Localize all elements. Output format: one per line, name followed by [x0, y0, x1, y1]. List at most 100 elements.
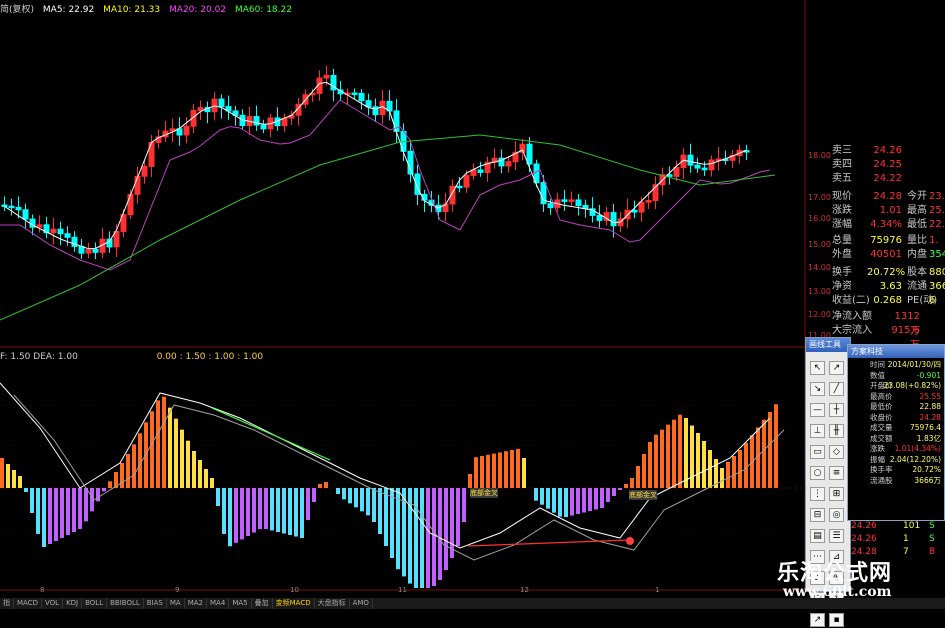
- indicator-tab[interactable]: KDJ: [63, 598, 83, 609]
- indicator-tab[interactable]: MA4: [207, 598, 230, 609]
- quote-row-change: 涨跌 1.01 最高 25.: [832, 205, 945, 216]
- quote-row-ask4: 卖四 24.25: [832, 159, 902, 170]
- drawing-tool-button[interactable]: ▭: [810, 445, 825, 459]
- drawing-tool-button[interactable]: ▤: [810, 529, 825, 543]
- macd-histogram-bar: [420, 488, 424, 588]
- drawing-tool-button[interactable]: ↖: [810, 361, 825, 375]
- macd-histogram-bar: [60, 488, 64, 538]
- drawing-tool-button[interactable]: ⊞: [829, 487, 844, 501]
- drawing-tool-button[interactable]: ┼: [829, 403, 844, 417]
- quote-row-turnover: 换手 20.72% 股本 880: [832, 267, 945, 278]
- drawing-tool-button[interactable]: —: [810, 403, 825, 417]
- macd-histogram-bar: [264, 488, 268, 529]
- macd-histogram-bar: [36, 488, 40, 534]
- date-label: 10: [290, 586, 299, 594]
- drawing-tool-button[interactable]: ▪: [829, 613, 844, 627]
- drawing-tool-button[interactable]: ≡: [829, 466, 844, 480]
- drawing-tool-button[interactable]: ↘: [810, 382, 825, 396]
- bar-info-title[interactable]: 方案科技: [848, 345, 944, 358]
- bar-info-label: 最低价: [870, 402, 893, 411]
- macd-histogram-bar: [618, 488, 622, 490]
- drawing-tool-button[interactable]: ☰: [829, 529, 844, 543]
- indicator-tab[interactable]: MACD: [14, 598, 42, 609]
- macd-histogram-bar: [372, 488, 376, 522]
- quote-row-ask5: 卖五 24.22: [832, 173, 902, 184]
- indicator-tab[interactable]: 变频MACD: [273, 598, 315, 609]
- drawing-tool-button[interactable]: ⊟: [810, 508, 825, 522]
- candle-body: [463, 174, 470, 188]
- indicator-tab[interactable]: 指: [0, 598, 14, 609]
- trade-row: 24.26 1 S: [851, 534, 935, 544]
- macd-histogram-bar: [690, 425, 694, 488]
- drawing-tools-title[interactable]: 画线工具: [806, 338, 850, 352]
- macd-histogram-bar: [570, 488, 574, 516]
- quote-row-volume: 总量 75976 量比 1.: [832, 235, 939, 246]
- macd-histogram-bar: [540, 488, 544, 505]
- macd-histogram-bar: [612, 488, 616, 496]
- macd-histogram-bar: [558, 488, 562, 517]
- trade-row: 24.26 101 S: [851, 521, 935, 531]
- macd-histogram-bar: [492, 453, 496, 488]
- macd-chart[interactable]: [0, 348, 805, 588]
- macd-histogram-bar: [414, 488, 418, 588]
- macd-histogram-bar: [270, 488, 274, 531]
- drawing-tool-button[interactable]: ◇: [829, 445, 844, 459]
- candle-body: [183, 125, 190, 136]
- macd-histogram-bar: [42, 488, 46, 547]
- macd-histogram-bar: [480, 456, 484, 488]
- macd-histogram-bar: [294, 488, 298, 537]
- drawing-tool-button[interactable]: ╱: [829, 382, 844, 396]
- macd-histogram-bar: [312, 488, 316, 502]
- macd-histogram-bar: [180, 429, 184, 488]
- candle-body: [218, 98, 225, 108]
- drawing-tool-button[interactable]: ○: [810, 466, 825, 480]
- indicator-tab[interactable]: BOLL: [82, 598, 108, 609]
- bar-info-label: 时间: [870, 360, 885, 369]
- macd-histogram-bar: [324, 482, 328, 488]
- drawing-tool-button[interactable]: ⊥: [810, 424, 825, 438]
- macd-histogram-bar: [156, 400, 160, 488]
- drawing-tool-button[interactable]: ↗: [810, 613, 825, 627]
- indicator-tab[interactable]: 叠加: [252, 598, 273, 609]
- macd-histogram-bar: [456, 488, 460, 546]
- indicator-tab[interactable]: AMO: [350, 598, 373, 609]
- indicator-tab[interactable]: BBIBOLL: [107, 598, 144, 609]
- indicator-tab[interactable]: 大盘指标: [315, 598, 350, 609]
- indicator-tab[interactable]: MA5: [229, 598, 252, 609]
- drawing-tool-button[interactable]: ⋮: [810, 487, 825, 501]
- macd-histogram-bar: [450, 488, 454, 558]
- candle-body: [673, 167, 680, 177]
- bar-info-value: 3666万: [914, 475, 941, 485]
- candle-body: [141, 165, 148, 177]
- date-label: 1: [655, 586, 660, 594]
- macd-histogram-bar: [198, 460, 202, 488]
- macd-histogram-bar: [426, 488, 430, 588]
- macd-histogram-bar: [378, 488, 382, 534]
- macd-histogram-bar: [588, 488, 592, 511]
- drawing-tool-button[interactable]: ◎: [829, 508, 844, 522]
- candle-body: [57, 228, 64, 235]
- macd-histogram-bar: [48, 488, 52, 544]
- drawing-tool-button[interactable]: ╫: [829, 424, 844, 438]
- macd-histogram-bar: [108, 481, 112, 488]
- indicator-tab[interactable]: VOL: [42, 598, 64, 609]
- indicator-tab[interactable]: BIAS: [144, 598, 167, 609]
- candle-body: [15, 206, 22, 211]
- candle-body: [596, 214, 603, 221]
- bar-info-value: 1.83亿: [916, 433, 941, 443]
- candlestick-chart[interactable]: [0, 0, 805, 345]
- candle-body: [36, 224, 43, 228]
- candle-body: [358, 92, 365, 102]
- macd-histogram-bar: [462, 488, 466, 522]
- candle-body: [1, 204, 8, 207]
- candle-body: [645, 199, 652, 203]
- bar-info-value: 1.01(4.34%): [894, 444, 941, 453]
- macd-histogram-bar: [666, 424, 670, 488]
- drawing-tool-button[interactable]: ↗: [829, 361, 844, 375]
- bar-info-window[interactable]: 方案科技 时间 2014/01/30/四 数值 -0.901 开盘价 23.08(+0.8…: [847, 344, 945, 521]
- candle-body: [197, 107, 204, 112]
- indicator-tab[interactable]: MA2: [185, 598, 208, 609]
- indicator-tab[interactable]: MA: [167, 598, 185, 609]
- drawing-tools-window[interactable]: 画线工具 ↖↗↘╱—┼⊥╫▭◇○≡⋮⊞⊟◎▤☰⋯⊿⌂⊕□↑↗▪: [805, 337, 851, 627]
- candle-body: [64, 233, 71, 238]
